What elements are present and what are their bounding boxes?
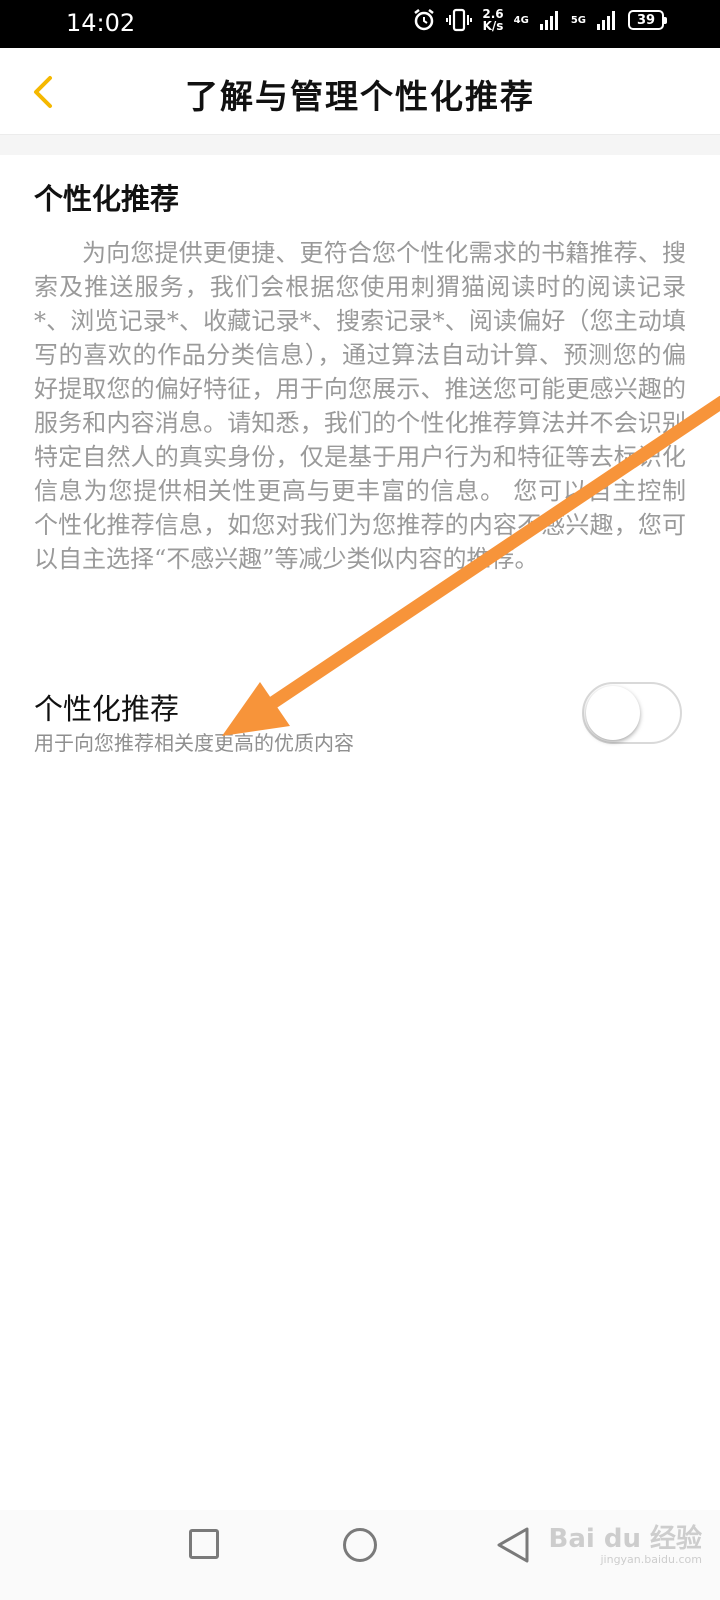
app-header: 了解与管理个性化推荐: [0, 48, 720, 135]
alarm-icon: [414, 9, 435, 31]
recent-apps-button[interactable]: [189, 1529, 219, 1559]
net-speed: 2.6 K/s: [482, 8, 503, 32]
page-title: 了解与管理个性化推荐: [185, 77, 535, 116]
personalized-recommendation-setting: 个性化推荐 用于向您推荐相关度更高的优质内容: [0, 670, 720, 770]
signal-5g-icon: [597, 11, 615, 30]
watermark-brand: Bai du 经验: [548, 1524, 703, 1554]
net-4g-label: 4G: [513, 14, 529, 26]
intro-title: 个性化推荐: [34, 182, 180, 216]
net-5g-label: 5G: [570, 14, 586, 26]
setting-title: 个性化推荐: [34, 692, 180, 726]
battery-level: 39: [636, 12, 656, 28]
setting-subtitle: 用于向您推荐相关度更高的优质内容: [34, 731, 354, 755]
status-time: 14:02: [66, 9, 136, 37]
back-button[interactable]: [495, 1525, 531, 1565]
intro-description: 为向您提供更便捷、更符合您个性化需求的书籍推荐、搜索及推送服务，我们会根据您使用…: [34, 239, 686, 573]
toggle-knob: [586, 686, 640, 740]
baidu-jingyan-watermark: Bai du 经验 jingyan.baidu.com: [542, 1518, 703, 1568]
signal-4g-icon: [539, 11, 558, 30]
personalized-recommendation-toggle[interactable]: [582, 682, 682, 744]
section-divider: [0, 135, 720, 155]
battery-icon: 39: [628, 10, 667, 30]
status-bar: 14:02 2.6 K/s 4G 5G 39: [0, 0, 720, 48]
vibrate-icon: [446, 8, 473, 32]
watermark-site: jingyan.baidu.com: [600, 1553, 702, 1566]
net-speed-unit: K/s: [482, 19, 504, 33]
status-icons: 2.6 K/s 4G 5G 39: [412, 8, 667, 32]
home-button[interactable]: [343, 1528, 377, 1562]
